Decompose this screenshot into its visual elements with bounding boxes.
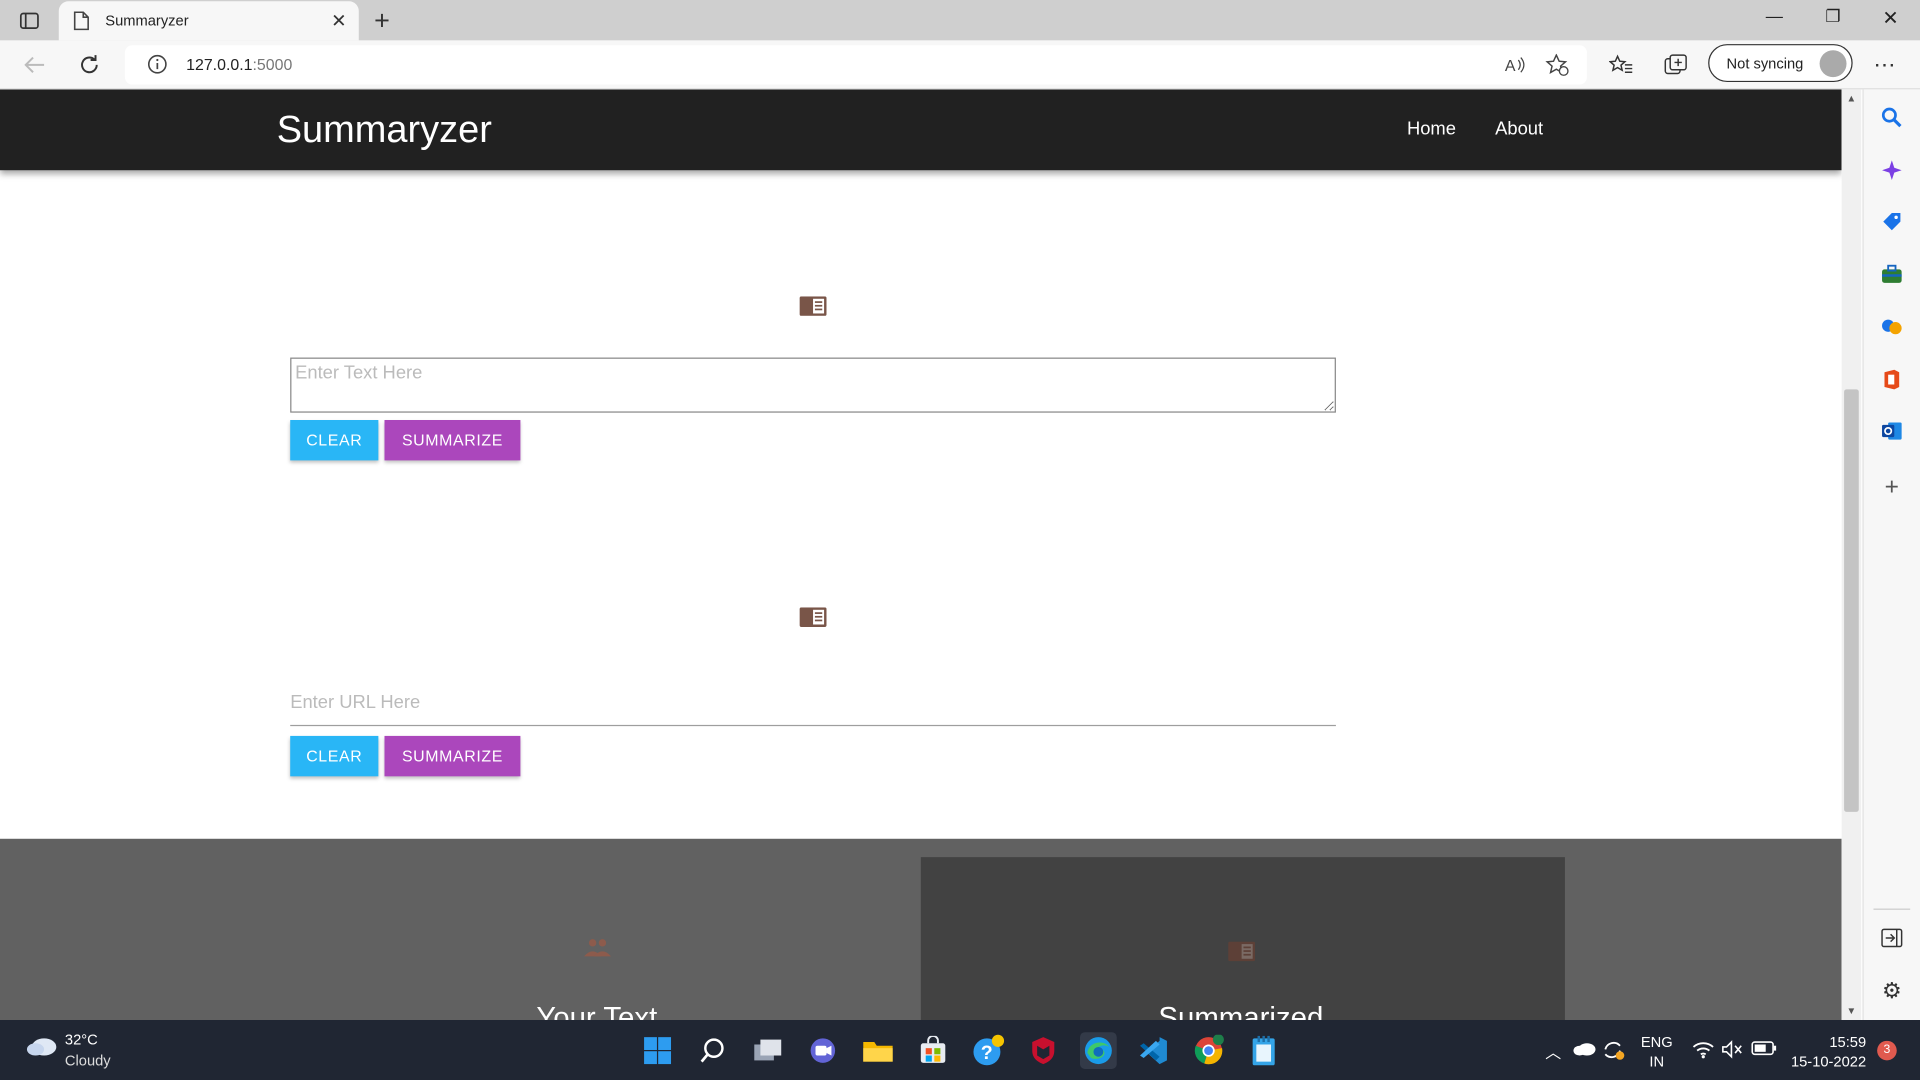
restore-button[interactable]: ❐ bbox=[1815, 6, 1852, 27]
favorites-icon[interactable] bbox=[1607, 50, 1636, 79]
summarize-text-button[interactable]: SUMMARIZE bbox=[384, 420, 521, 461]
games-icon[interactable] bbox=[1878, 313, 1905, 340]
text-input[interactable] bbox=[290, 357, 1336, 413]
chrome-reader-icon bbox=[799, 296, 827, 316]
collections-icon[interactable] bbox=[1662, 50, 1691, 79]
chrome-reader-icon bbox=[799, 607, 827, 627]
scrollbar-thumb[interactable] bbox=[1844, 389, 1859, 812]
svg-text:?: ? bbox=[981, 1042, 993, 1064]
file-explorer-icon[interactable] bbox=[860, 1032, 897, 1069]
read-aloud-icon[interactable]: A bbox=[1500, 50, 1529, 79]
page-scrollbar[interactable]: ▲ ▼ bbox=[1841, 89, 1862, 1021]
summarized-panel: Summarized bbox=[920, 857, 1565, 1021]
notepad-icon[interactable] bbox=[1245, 1032, 1282, 1069]
discover-icon[interactable] bbox=[1878, 157, 1905, 184]
shopping-tag-icon[interactable] bbox=[1878, 208, 1905, 235]
tools-icon[interactable] bbox=[1878, 261, 1905, 288]
scroll-up-arrow[interactable]: ▲ bbox=[1847, 93, 1857, 104]
start-windows-icon[interactable] bbox=[639, 1032, 676, 1069]
close-tab-icon[interactable]: ✕ bbox=[331, 10, 346, 32]
back-button[interactable] bbox=[20, 50, 49, 79]
browser-toolbar: 127.0.0.1:5000 A Not syncing ⋯ bbox=[0, 40, 1920, 90]
system-clock[interactable]: 15:59 15-10-2022 bbox=[1790, 1032, 1866, 1071]
edge-browser-icon[interactable] bbox=[1080, 1032, 1117, 1069]
outlook-icon[interactable] bbox=[1878, 418, 1905, 445]
notification-badge[interactable]: 3 bbox=[1877, 1040, 1897, 1061]
site-navbar: Summaryzer Home About bbox=[0, 89, 1842, 171]
scroll-down-arrow[interactable]: ▼ bbox=[1847, 1005, 1857, 1016]
url-text: 127.0.0.1:5000 bbox=[186, 55, 293, 74]
tab-actions-icon[interactable] bbox=[12, 7, 46, 34]
profile-sync-button[interactable]: Not syncing bbox=[1708, 44, 1853, 83]
chrome-icon[interactable] bbox=[1190, 1032, 1227, 1069]
minimize-button[interactable]: — bbox=[1756, 6, 1793, 26]
microsoft-store-icon[interactable] bbox=[915, 1032, 952, 1069]
hide-sidebar-icon[interactable] bbox=[1878, 924, 1905, 951]
search-icon[interactable] bbox=[1878, 104, 1905, 131]
office-icon[interactable] bbox=[1878, 366, 1905, 393]
taskbar-search-icon[interactable] bbox=[694, 1032, 731, 1069]
clear-url-button[interactable]: CLEAR bbox=[290, 735, 379, 777]
avatar bbox=[1819, 50, 1847, 78]
sidebar-divider bbox=[1873, 908, 1911, 910]
url-input[interactable] bbox=[290, 679, 1336, 727]
more-options-icon[interactable]: ⋯ bbox=[1870, 50, 1899, 79]
teams-chat-icon[interactable] bbox=[804, 1032, 841, 1069]
weather-temperature: 32°C bbox=[64, 1031, 98, 1049]
add-sidebar-app-icon[interactable]: + bbox=[1878, 473, 1905, 501]
weather-condition: Cloudy bbox=[64, 1051, 111, 1069]
nav-home-link[interactable]: Home bbox=[1407, 119, 1456, 140]
tab-title: Summaryzer bbox=[105, 12, 189, 30]
sidebar-settings-gear-icon[interactable]: ⚙ bbox=[1878, 977, 1905, 1004]
site-brand[interactable]: Summaryzer bbox=[277, 108, 492, 152]
clear-text-button[interactable]: CLEAR bbox=[290, 420, 379, 461]
group-icon bbox=[584, 939, 612, 957]
wifi-icon[interactable] bbox=[1691, 1040, 1715, 1063]
new-tab-button[interactable]: + bbox=[367, 5, 396, 37]
close-window-button[interactable]: ✕ bbox=[1872, 6, 1909, 30]
task-view-icon[interactable] bbox=[749, 1032, 786, 1069]
cloudy-weather-icon[interactable] bbox=[24, 1032, 58, 1065]
mcafee-shield-icon[interactable] bbox=[1025, 1032, 1062, 1069]
windows-taskbar: 32°C Cloudy ? ︿ ENG IN 15:59 15-10-2022 … bbox=[0, 1020, 1920, 1080]
your-text-heading: Your Text bbox=[536, 1001, 658, 1021]
get-help-icon[interactable]: ? bbox=[970, 1032, 1007, 1069]
browser-tab[interactable]: Summaryzer ✕ bbox=[58, 1, 359, 41]
browser-title-bar: Summaryzer ✕ + — ❐ ✕ bbox=[0, 0, 1920, 41]
battery-icon[interactable] bbox=[1751, 1040, 1778, 1061]
add-favorite-icon[interactable] bbox=[1543, 50, 1572, 79]
info-icon[interactable] bbox=[147, 54, 168, 81]
nav-about-link[interactable]: About bbox=[1495, 119, 1543, 140]
edge-sidebar: + ⚙ bbox=[1862, 89, 1920, 1021]
page-icon bbox=[73, 11, 89, 37]
input-language[interactable]: ENG IN bbox=[1641, 1032, 1673, 1071]
summarized-heading: Summarized bbox=[1158, 1001, 1324, 1021]
vscode-icon[interactable] bbox=[1135, 1032, 1172, 1069]
web-page: Summaryzer Home About CLEAR SUMMARIZE CL… bbox=[0, 89, 1842, 1021]
svg-text:A: A bbox=[1505, 58, 1516, 75]
sync-label: Not syncing bbox=[1726, 55, 1804, 73]
chrome-reader-icon bbox=[1228, 941, 1256, 962]
show-hidden-icons-chevron-icon[interactable]: ︿ bbox=[1545, 1040, 1561, 1063]
results-section: Your Text Summarized bbox=[0, 838, 1842, 1021]
refresh-button[interactable] bbox=[75, 50, 104, 79]
address-bar[interactable]: 127.0.0.1:5000 A bbox=[124, 45, 1587, 85]
summarize-url-button[interactable]: SUMMARIZE bbox=[384, 735, 521, 777]
sync-status-icon[interactable] bbox=[1602, 1040, 1626, 1066]
speaker-muted-icon[interactable] bbox=[1720, 1040, 1744, 1063]
onedrive-cloud-icon[interactable] bbox=[1572, 1040, 1596, 1061]
